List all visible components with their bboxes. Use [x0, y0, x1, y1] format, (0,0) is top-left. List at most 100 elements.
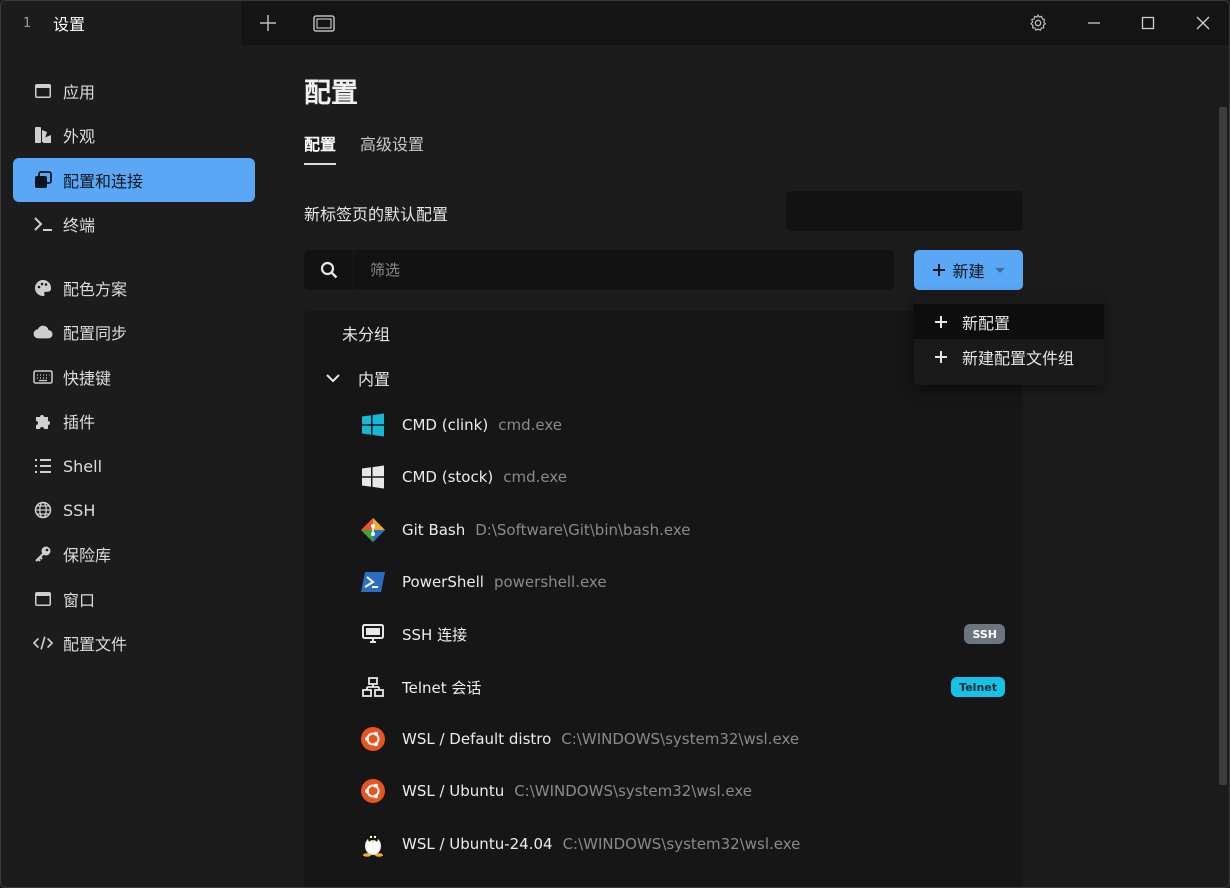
profile-name: PowerShell: [402, 573, 484, 591]
tab-title: 设置: [53, 15, 86, 34]
sidebar-item-label: SSH: [63, 500, 96, 520]
tab-advanced-settings[interactable]: 高级设置: [360, 131, 424, 165]
list-item[interactable]: WSL / Ubuntu-24.04 C:\WINDOWS\system32\ws…: [304, 818, 1023, 870]
sidebar-item-terminal[interactable]: 终端: [13, 202, 255, 246]
settings-tab[interactable]: 1 设置: [1, 1, 241, 45]
tab-profiles[interactable]: 配置: [304, 131, 337, 165]
sidebar-item-application[interactable]: 应用: [13, 69, 255, 113]
linux-tux-icon: [360, 831, 386, 857]
settings-gear-button[interactable]: [1022, 7, 1054, 39]
profile-command: C:\WINDOWS\system32\wsl.exe: [562, 835, 801, 853]
close-button[interactable]: [1187, 7, 1219, 39]
key-icon: [33, 544, 53, 564]
profile-name: SSH 连接: [402, 625, 468, 644]
profile-name: WSL / Ubuntu-24.04: [402, 835, 553, 853]
sidebar-item-label: 配置文件: [63, 635, 128, 654]
profiles-panel: 配置 配置 高级设置 新标签页的默认配置 新建 新配置 新建配置文件: [267, 45, 1217, 887]
profile-command: D:\Software\Git\bin\bash.exe: [475, 521, 691, 539]
title-bar: 1 设置: [1, 1, 1229, 45]
profile-type-badge: SSH: [964, 624, 1005, 644]
sidebar-item-shell[interactable]: Shell: [13, 444, 255, 488]
profile-name: Telnet 会话: [402, 678, 482, 697]
tab-index: 1: [23, 15, 32, 31]
minimize-icon: [1088, 22, 1100, 24]
monitor-icon: [360, 621, 386, 647]
paint-swatch-icon: [33, 125, 53, 145]
maximize-button[interactable]: [1132, 7, 1164, 39]
profile-command: C:\WINDOWS\system32\wsl.exe: [514, 782, 753, 800]
sidebar-item-appearance[interactable]: 外观: [13, 113, 255, 157]
sidebar-item-color-scheme[interactable]: 配色方案: [13, 266, 255, 310]
group-builtin[interactable]: 内置: [326, 366, 390, 390]
window-icon: [33, 589, 53, 609]
powershell-icon: [360, 569, 386, 595]
list-item[interactable]: SSH 连接 SSH: [304, 608, 1023, 660]
chevron-down-icon: [326, 374, 340, 383]
list-item[interactable]: Telnet 会话 Telnet: [304, 661, 1023, 713]
group-ungrouped[interactable]: 未分组: [342, 321, 390, 345]
git-logo-icon: [360, 517, 386, 543]
close-icon: [1196, 16, 1210, 30]
profile-name: CMD (stock): [402, 468, 494, 486]
windows-stack-icon: [313, 15, 335, 32]
profile-list: 未分组 内置 CMD (clink) cmd.exe CMD (stock) cmd…: [304, 311, 1023, 887]
list-item[interactable]: CMD (stock) cmd.exe: [304, 451, 1023, 503]
sidebar-item-ssh[interactable]: SSH: [13, 488, 255, 532]
list-icon: [33, 456, 53, 476]
sidebar-item-label: 窗口: [63, 591, 96, 610]
minimize-button[interactable]: [1078, 7, 1110, 39]
sidebar-item-profiles-connections[interactable]: 配置和连接: [13, 158, 255, 202]
plus-icon: [260, 15, 276, 31]
globe-icon: [33, 500, 53, 520]
chevron-down-icon: [994, 267, 1005, 273]
plus-icon: [933, 264, 946, 276]
sidebar-item-window[interactable]: 窗口: [13, 577, 255, 621]
window-stack-icon: [33, 170, 53, 190]
new-profile-button[interactable]: 新建: [914, 250, 1023, 290]
page-title: 配置: [304, 78, 358, 109]
default-profile-select[interactable]: [786, 191, 1023, 231]
windows-logo-icon: [360, 412, 386, 438]
profile-name: Git Bash: [402, 521, 466, 539]
profile-command: cmd.exe: [503, 468, 568, 486]
sidebar-item-config-file[interactable]: 配置文件: [13, 621, 255, 665]
filter-input[interactable]: [354, 250, 894, 290]
section-tabs: 配置 高级设置: [304, 131, 424, 165]
sidebar-item-label: Shell: [63, 456, 103, 476]
palette-icon: [33, 278, 53, 298]
settings-window: 1 设置 应用 外观 配置和连接 终端 配色方案 配置同步 快捷键 插件 She…: [0, 0, 1230, 888]
new-tab-button[interactable]: [252, 7, 284, 39]
sidebar-item-label: 配置和连接: [63, 172, 144, 191]
sidebar-item-vault[interactable]: 保险库: [13, 532, 255, 576]
profile-type-badge: Telnet: [951, 677, 1005, 697]
app-window-icon: [33, 81, 53, 101]
list-item[interactable]: WSL / Ubuntu C:\WINDOWS\system32\wsl.exe: [304, 765, 1023, 817]
network-icon: [360, 674, 386, 700]
menu-item-new-profile-group[interactable]: 新建配置文件组: [914, 339, 1104, 374]
list-item[interactable]: CMD (clink) cmd.exe: [304, 399, 1023, 451]
scrollbar[interactable]: [1217, 45, 1229, 887]
list-item[interactable]: WSL / Default distro C:\WINDOWS\system32\…: [304, 713, 1023, 765]
filter-box: [304, 250, 894, 290]
gear-icon: [1030, 13, 1047, 32]
scrollbar-thumb[interactable]: [1219, 107, 1227, 785]
keyboard-icon: [33, 367, 53, 387]
group-label: 内置: [358, 370, 391, 389]
sidebar-item-config-sync[interactable]: 配置同步: [13, 310, 255, 354]
menu-item-new-profile[interactable]: 新配置: [914, 304, 1104, 339]
profile-name: WSL / Ubuntu: [402, 782, 505, 800]
sidebar-item-label: 保险库: [63, 546, 112, 565]
tab-overview-button[interactable]: [308, 7, 340, 39]
settings-sidebar: 应用 外观 配置和连接 终端 配色方案 配置同步 快捷键 插件 Shell SS…: [1, 45, 267, 887]
sidebar-item-hotkeys[interactable]: 快捷键: [13, 355, 255, 399]
profile-command: powershell.exe: [493, 573, 607, 591]
list-item[interactable]: Git Bash D:\Software\Git\bin\bash.exe: [304, 504, 1023, 556]
profile-command: cmd.exe: [498, 416, 562, 434]
sidebar-item-plugins[interactable]: 插件: [13, 399, 255, 443]
new-dropdown-menu: 新配置 新建配置文件组: [914, 295, 1104, 385]
maximize-icon: [1141, 16, 1155, 30]
list-item[interactable]: PowerShell powershell.exe: [304, 556, 1023, 608]
windows-logo-icon: [360, 464, 386, 490]
plus-icon: [935, 315, 947, 328]
sidebar-item-label: 终端: [63, 216, 96, 235]
